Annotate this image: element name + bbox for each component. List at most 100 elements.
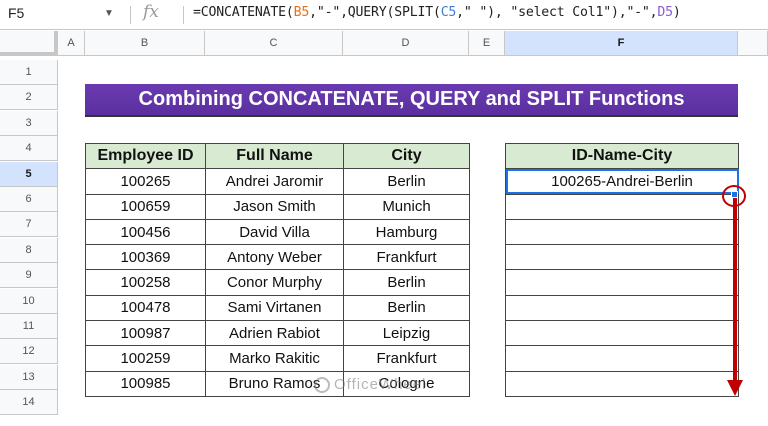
table-cell[interactable]: 100456 [85, 218, 206, 246]
table-row [505, 269, 739, 296]
table-row: 100478 Sami Virtanen Berlin [85, 294, 470, 322]
table-cell[interactable]: 100659 [85, 193, 206, 220]
table-row: 100259 Marko Rakitic Frankfurt [85, 345, 470, 372]
table-cell[interactable]: 100987 [85, 320, 206, 347]
column-header-b[interactable]: B [85, 31, 205, 56]
table-cell[interactable]: Andrei Jaromir [205, 168, 344, 195]
row-header-3[interactable]: 3 [0, 110, 58, 136]
row-header-11[interactable]: 11 [0, 314, 58, 339]
employee-table: Employee ID Full Name City 100265 Andrei … [85, 142, 470, 397]
table-row [505, 345, 739, 372]
header-employee-id[interactable]: Employee ID [85, 142, 206, 170]
table-cell[interactable]: Hamburg [343, 218, 470, 246]
formula-input[interactable]: =CONCATENATE(B5,"-",QUERY(SPLIT(C5," "),… [193, 5, 681, 20]
formula-token: ) [672, 5, 681, 20]
table-cell[interactable]: 100478 [85, 294, 206, 322]
table-cell[interactable]: 100259 [85, 345, 206, 372]
table-cell[interactable]: 100258 [85, 269, 206, 296]
formula-token: D5 [657, 5, 673, 20]
arrowhead-icon [727, 380, 743, 396]
column-header-f[interactable]: F [505, 31, 738, 56]
table-cell[interactable]: Berlin [343, 294, 470, 322]
row-header-10[interactable]: 10 [0, 288, 58, 314]
result-cell[interactable] [505, 320, 739, 347]
result-cell[interactable] [505, 269, 739, 296]
table-cell[interactable]: Antony Weber [205, 244, 344, 271]
watermark: OfficeWheel [314, 376, 426, 393]
table-row: 100265-Andrei-Berlin [505, 168, 739, 195]
table-cell[interactable]: Adrien Rabiot [205, 320, 344, 347]
header-id-name-city[interactable]: ID-Name-City [505, 142, 739, 170]
result-cell[interactable] [505, 218, 739, 246]
formula-token: =CONCATENATE( [193, 5, 294, 20]
cell-reference[interactable]: F5 [8, 5, 24, 21]
result-cell[interactable] [505, 345, 739, 372]
table-row [505, 370, 739, 397]
table-cell[interactable]: Jason Smith [205, 193, 344, 220]
table-cell[interactable]: Frankfurt [343, 244, 470, 271]
row-header-13[interactable]: 13 [0, 364, 58, 390]
table-row: 100369 Antony Weber Frankfurt [85, 244, 470, 271]
table-cell[interactable]: Leipzig [343, 320, 470, 347]
table-cell[interactable]: 100265 [85, 168, 206, 195]
divider [183, 6, 184, 24]
fill-down-arrow [733, 196, 737, 386]
chevron-down-icon[interactable]: ▼ [104, 8, 114, 19]
fill-handle[interactable] [731, 191, 738, 198]
table-cell[interactable]: Frankfurt [343, 345, 470, 372]
column-header-e[interactable]: E [469, 31, 505, 56]
header-full-name[interactable]: Full Name [205, 142, 344, 170]
table-row [505, 218, 739, 246]
table-row [505, 294, 739, 322]
banner-title: Combining CONCATENATE, QUERY and SPLIT F… [85, 84, 738, 117]
row-header-9[interactable]: 9 [0, 263, 58, 289]
select-all-corner[interactable] [0, 31, 58, 56]
column-header-d[interactable]: D [343, 31, 469, 56]
row-header-1[interactable]: 1 [0, 60, 58, 85]
table-cell[interactable]: Munich [343, 193, 470, 220]
row-header-12[interactable]: 12 [0, 339, 58, 365]
column-header-g[interactable] [738, 31, 768, 56]
formula-bar: F5 ▼ fx =CONCATENATE(B5,"-",QUERY(SPLIT(… [0, 0, 768, 30]
table-cell[interactable]: 100985 [85, 370, 206, 397]
result-cell[interactable] [505, 244, 739, 271]
divider [130, 6, 131, 24]
formula-token: ," "), "select Col1"),"-", [456, 5, 658, 20]
result-cell[interactable] [505, 370, 739, 397]
column-header-a[interactable]: A [58, 31, 85, 56]
row-header-7[interactable]: 7 [0, 212, 58, 238]
table-row: 100456 David Villa Hamburg [85, 218, 470, 246]
watermark-text: OfficeWheel [334, 376, 427, 393]
table-cell[interactable]: Berlin [343, 168, 470, 195]
fx-icon: fx [143, 2, 159, 22]
result-table: ID-Name-City 100265-Andrei-Berlin [505, 142, 739, 397]
name-box[interactable]: F5 ▼ [0, 0, 130, 30]
table-cell[interactable]: Marko Rakitic [205, 345, 344, 372]
result-cell[interactable] [505, 193, 739, 220]
table-row [505, 193, 739, 220]
table-row: 100987 Adrien Rabiot Leipzig [85, 320, 470, 347]
row-header-8[interactable]: 8 [0, 237, 58, 263]
row-header-2[interactable]: 2 [0, 85, 58, 111]
row-header-5[interactable]: 5 [0, 161, 58, 187]
result-cell[interactable] [505, 294, 739, 322]
row-header-14[interactable]: 14 [0, 390, 58, 416]
table-cell[interactable]: David Villa [205, 218, 344, 246]
table-row: 100659 Jason Smith Munich [85, 193, 470, 220]
logo-icon [314, 376, 330, 393]
table-row: 100258 Conor Murphy Berlin [85, 269, 470, 296]
table-cell[interactable]: 100369 [85, 244, 206, 271]
table-row [505, 244, 739, 271]
column-header-c[interactable]: C [205, 31, 343, 56]
header-city[interactable]: City [343, 142, 470, 170]
formula-token: C5 [440, 5, 457, 20]
selected-cell-f5[interactable]: 100265-Andrei-Berlin [505, 168, 739, 195]
formula-token: ,"-",QUERY(SPLIT( [309, 5, 441, 20]
table-cell[interactable]: Conor Murphy [205, 269, 344, 296]
row-header-6[interactable]: 6 [0, 187, 58, 212]
row-header-4[interactable]: 4 [0, 136, 58, 162]
table-cell[interactable]: Berlin [343, 269, 470, 296]
table-cell[interactable]: Sami Virtanen [205, 294, 344, 322]
formula-token: B5 [293, 5, 310, 20]
table-row: 100265 Andrei Jaromir Berlin [85, 168, 470, 195]
